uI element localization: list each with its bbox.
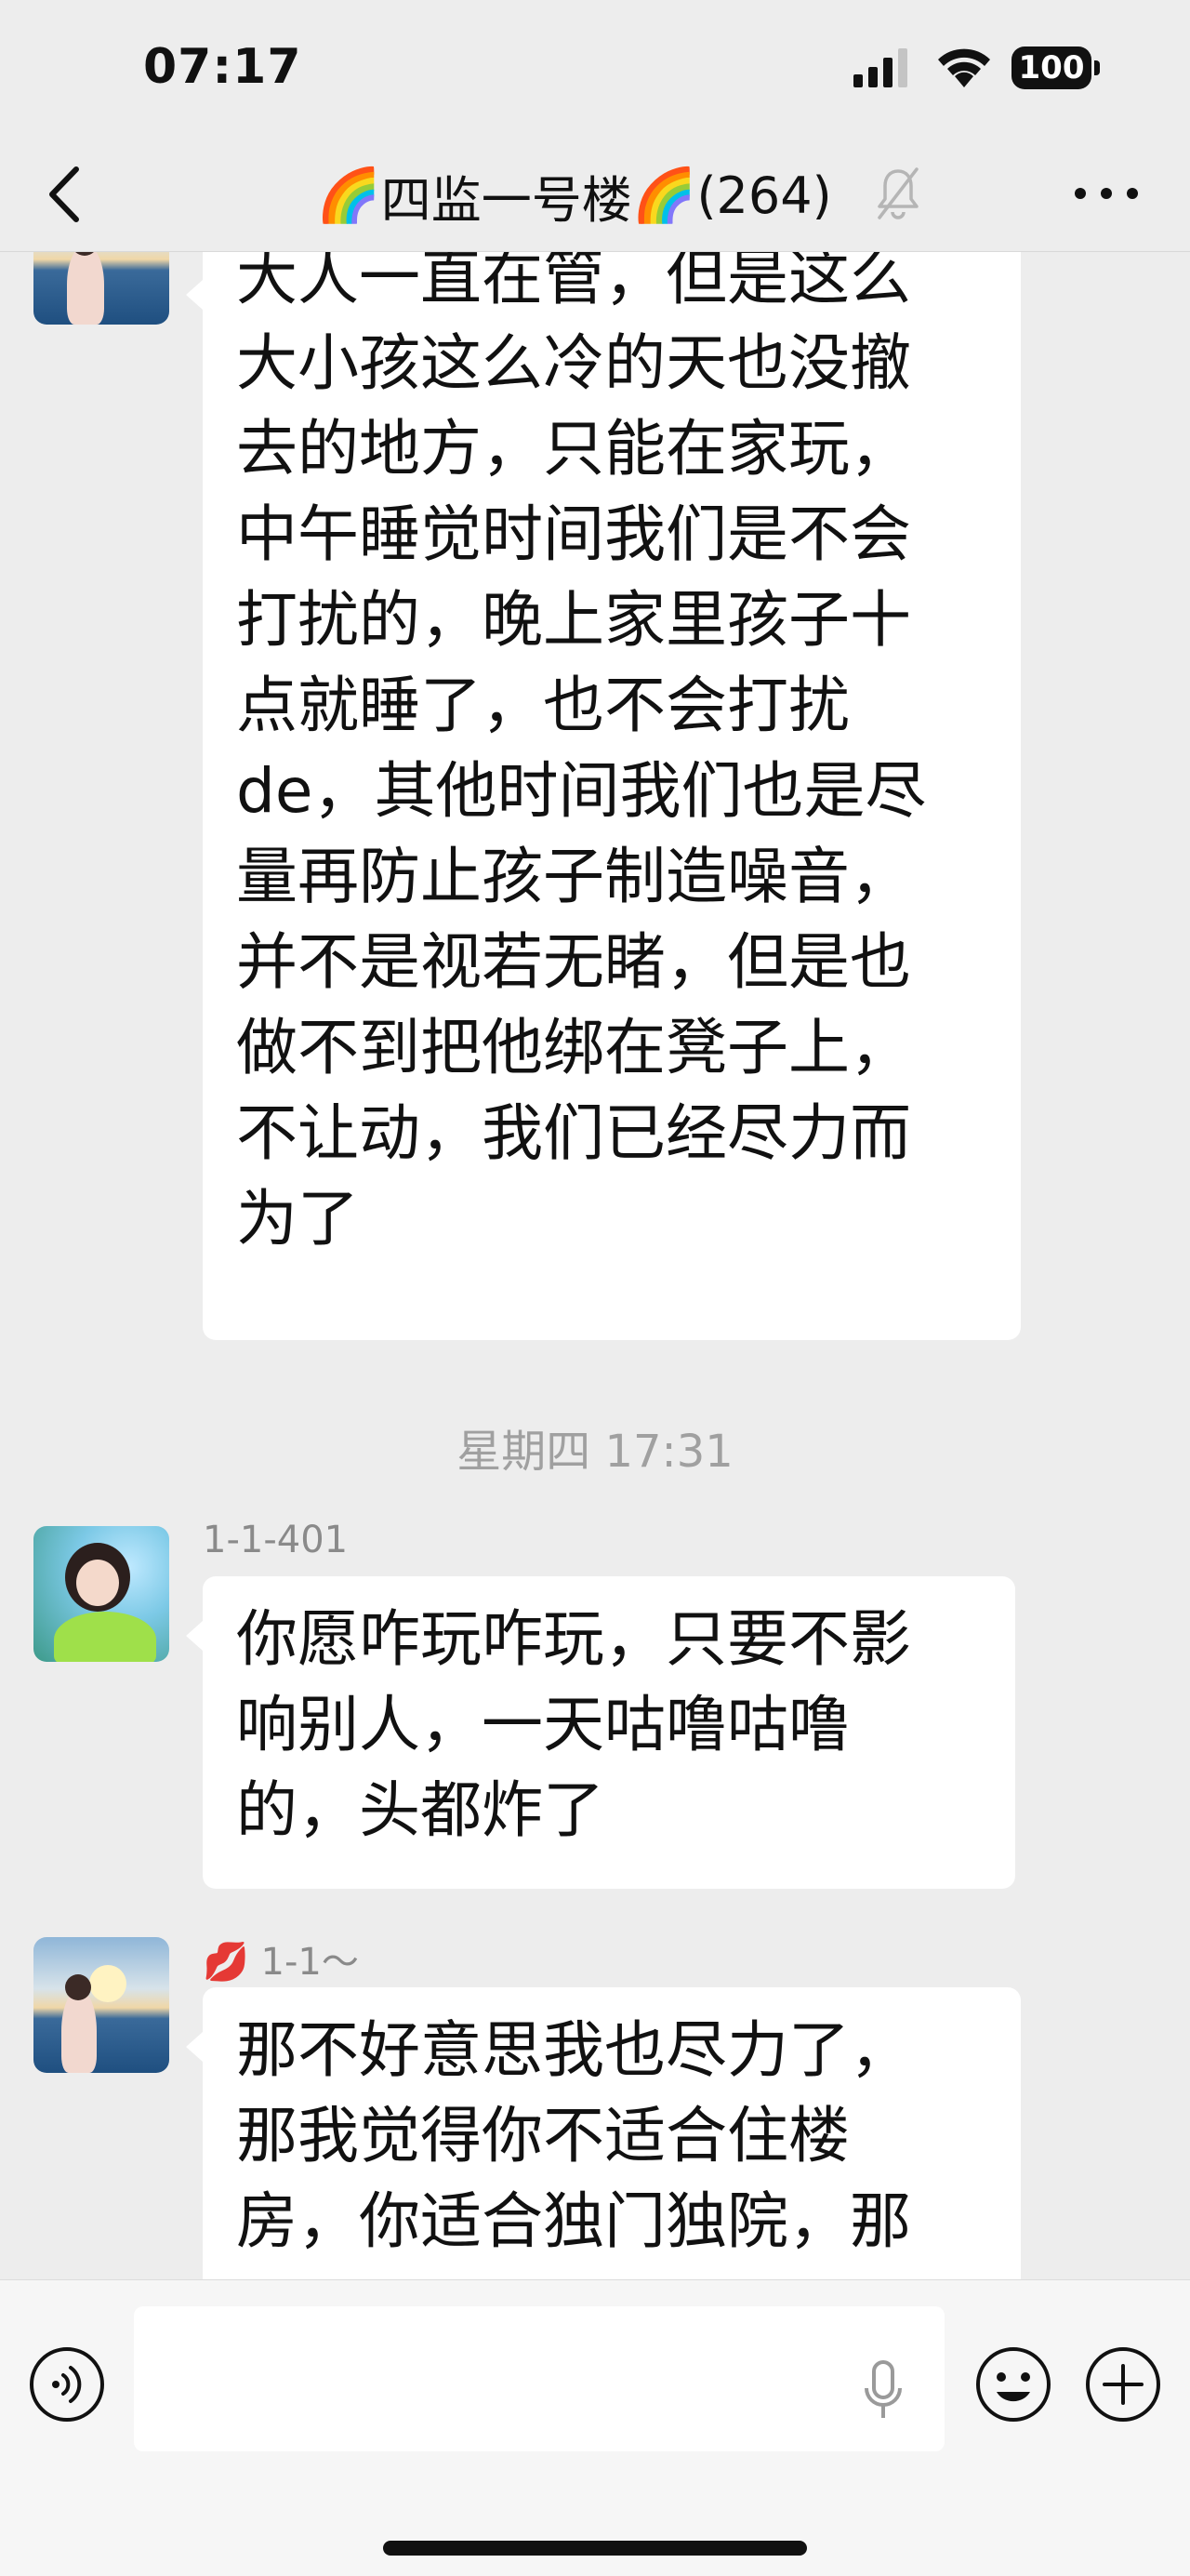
bubble-tail	[186, 1621, 203, 1651]
plus-icon[interactable]	[1084, 2345, 1162, 2423]
member-count: (264)	[696, 166, 832, 225]
group-name: 四监一号楼	[380, 170, 632, 230]
avatar[interactable]	[33, 1937, 169, 2073]
bubble-tail	[186, 2032, 203, 2062]
avatar[interactable]	[33, 252, 169, 325]
wifi-icon	[938, 48, 990, 87]
message-bubble[interactable]: 那不好意思我也尽力了， 那我觉得你不适合住楼 房，你适合独门独院，那	[203, 1987, 1021, 2279]
rainbow-emoji: 🌈	[316, 166, 381, 226]
bell-muted-icon	[878, 167, 919, 219]
more-dots-icon[interactable]	[1069, 175, 1144, 212]
chevron-left-icon[interactable]	[43, 162, 89, 227]
battery-level: 100	[1018, 49, 1085, 86]
microphone-icon[interactable]	[863, 2358, 904, 2422]
emoji-icon[interactable]	[974, 2345, 1052, 2423]
sender-name: 1-1-401	[203, 1519, 349, 1561]
message-timestamp: 星期四 17:31	[456, 1426, 734, 1478]
home-indicator[interactable]	[383, 2541, 807, 2556]
nav-bar: 🌈 四监一号楼 🌈 (264)	[0, 139, 1190, 252]
message-bubble[interactable]: 你愿咋玩咋玩，只要不影 响别人，一天咕噜咕噜 的，头都炸了	[203, 1576, 1015, 1889]
rainbow-emoji: 🌈	[631, 166, 697, 226]
bubble-tail	[186, 280, 203, 310]
cellular-signal-icon	[853, 48, 907, 87]
kiss-mark-emoji: 💋	[203, 1941, 249, 1984]
input-bar	[0, 2279, 1190, 2576]
battery-icon: 100	[1012, 46, 1101, 89]
chat-message-list[interactable]: 大人一直在管，但是这么 大小孩这么冷的天也没撤 去的地方，只能在家玩， 中午睡觉…	[0, 252, 1190, 2279]
voice-mode-icon[interactable]	[28, 2345, 106, 2423]
status-bar: 07:17 100	[0, 0, 1190, 139]
sender-name: 💋 1-1～	[203, 1941, 359, 1984]
avatar[interactable]	[33, 1526, 169, 1662]
chat-title: 🌈 四监一号楼 🌈 (264)	[316, 160, 832, 231]
message-bubble[interactable]: 大人一直在管，但是这么 大小孩这么冷的天也没撤 去的地方，只能在家玩， 中午睡觉…	[203, 252, 1021, 1340]
message-input[interactable]	[134, 2306, 945, 2451]
status-time: 07:17	[143, 39, 302, 95]
